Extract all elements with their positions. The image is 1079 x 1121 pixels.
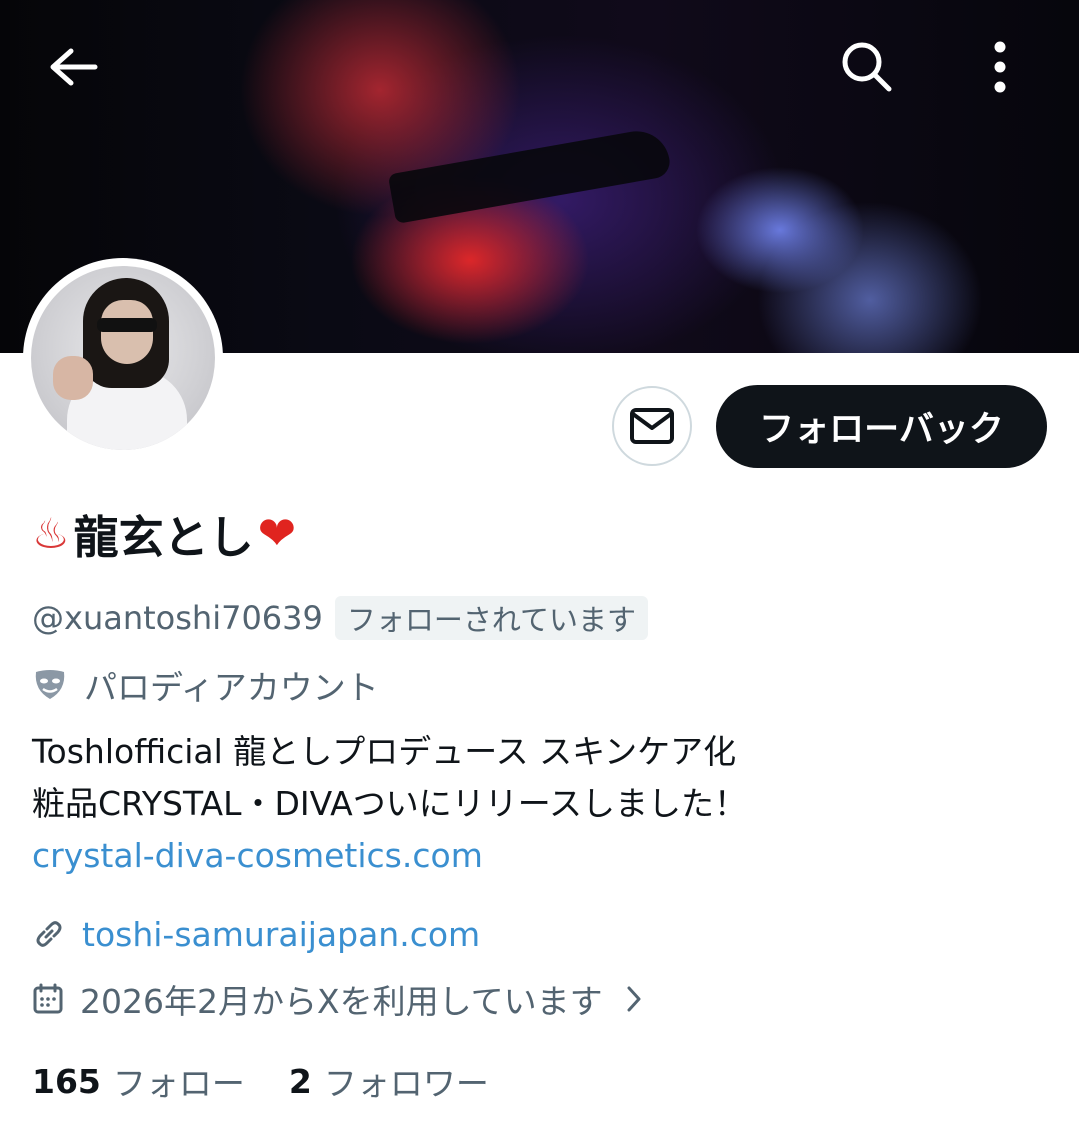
- search-button[interactable]: [822, 22, 912, 112]
- back-button[interactable]: [28, 22, 118, 112]
- avatar-image: [31, 266, 215, 450]
- display-name: ♨ 龍玄とし ❤: [32, 502, 296, 564]
- bio-line-2: 粧品CRYSTAL・DIVAついにリリースしました！: [32, 784, 748, 823]
- followers-count: 2: [288, 1061, 312, 1101]
- link-icon: [32, 917, 66, 951]
- search-icon: [842, 42, 892, 92]
- message-button[interactable]: [612, 386, 692, 466]
- followers-link[interactable]: 2 フォロワー: [289, 1057, 489, 1105]
- followers-label: フォロワー: [323, 1064, 489, 1103]
- joined-row[interactable]: 2026年2月からXを利用しています: [32, 975, 643, 1023]
- display-name-text: 龍玄とし: [73, 510, 254, 564]
- handle-row: @xuantoshi70639 フォローされています: [32, 596, 649, 640]
- more-options-button[interactable]: [955, 22, 1045, 112]
- following-count: 165: [32, 1061, 101, 1101]
- joined-date: 2026年2月からXを利用しています: [80, 982, 603, 1021]
- more-vertical-icon: [994, 41, 1006, 93]
- envelope-icon: [630, 408, 674, 444]
- parody-label-row: パロディアカウント: [32, 662, 379, 708]
- avatar[interactable]: [23, 258, 223, 458]
- parody-label: パロディアカウント: [84, 668, 379, 707]
- banner-photo-detail: [387, 126, 673, 224]
- sparkling-heart-emoji: ❤: [257, 506, 297, 560]
- calendar-icon: [32, 983, 64, 1015]
- follow-back-button[interactable]: フォローバック: [716, 385, 1047, 468]
- following-link[interactable]: 165 フォロー: [32, 1057, 245, 1105]
- bio-line-1: Toshlofficial 龍としプロデュース スキンケア化: [32, 732, 737, 771]
- bio-link[interactable]: crystal-diva-cosmetics.com: [32, 836, 483, 875]
- arrow-left-icon: [50, 48, 98, 86]
- theater-mask-icon: [32, 668, 68, 702]
- chevron-right-icon: [625, 984, 643, 1014]
- website-row: toshi-samuraijapan.com: [32, 910, 480, 958]
- following-label: フォロー: [112, 1064, 245, 1103]
- follow-stats: 165 フォロー 2 フォロワー: [32, 1056, 489, 1106]
- follows-you-badge: フォローされています: [334, 596, 649, 640]
- website-link[interactable]: toshi-samuraijapan.com: [82, 915, 480, 954]
- hot-springs-emoji: ♨: [32, 508, 70, 558]
- bio: Toshlofficial 龍としプロデュース スキンケア化 粧品CRYSTAL…: [32, 726, 1042, 882]
- handle: @xuantoshi70639: [32, 599, 323, 637]
